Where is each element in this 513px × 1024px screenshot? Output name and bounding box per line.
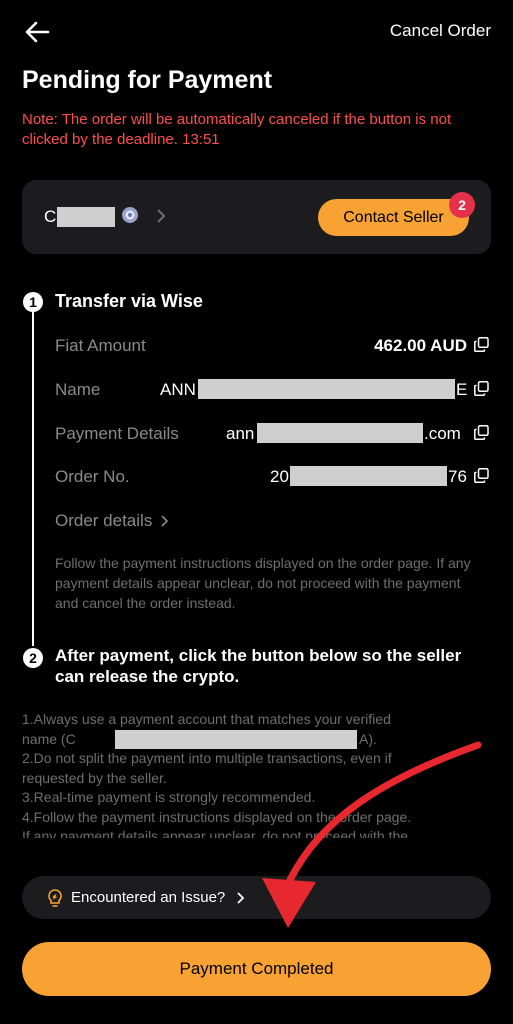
note-line: 2.Do not split the payment into multiple… [22,750,392,766]
verified-badge-icon [121,206,139,224]
order-details-label: Order details [55,511,153,530]
payment-completed-label: Payment Completed [179,959,334,978]
copy-icon[interactable] [474,468,489,483]
note-line: 4.Follow the payment instructions displa… [22,808,412,825]
order-number-label: Order No. [55,467,130,486]
name-value-prefix: ANN [160,380,196,399]
fiat-amount-value: 462.00 AUD [374,336,467,355]
payment-details-prefix: ann [226,424,255,443]
step-2-title: After payment, click the button below so… [55,646,462,686]
payment-instructions: Follow the payment instructions displaye… [55,555,471,611]
lightbulb-icon [48,888,62,907]
copy-icon[interactable] [474,337,489,352]
order-number-suffix: 76 [448,467,467,486]
chevron-right-icon [156,209,166,228]
copy-icon[interactable] [474,381,489,396]
payment-details-suffix: .com [424,424,461,443]
chevron-right-icon [237,891,245,904]
step-2-marker: 2 [23,648,43,668]
cancel-order-button[interactable]: Cancel Order [390,21,491,41]
fiat-amount-label: Fiat Amount [55,336,146,355]
payment-notes: 1.Always use a payment account that matc… [22,710,494,838]
copy-icon[interactable] [474,425,489,440]
unread-badge: 2 [449,192,475,218]
name-label: Name [55,380,101,399]
name-value-suffix: E [456,380,468,399]
payment-completed-button[interactable]: Payment Completed [22,942,491,996]
note-line: requested by the seller. [22,769,167,786]
step-connector-line [32,312,34,646]
page-title: Pending for Payment [22,66,273,94]
redacted-seller-name [57,207,115,227]
note-name-prefix: name (C [22,730,76,747]
encountered-issue-label: Encountered an Issue? [71,889,226,906]
note-line: name (C A). [22,729,494,750]
encountered-issue-button[interactable]: Encountered an Issue? [22,876,491,919]
step-1-title: Transfer via Wise [55,291,203,311]
back-button[interactable] [22,16,54,48]
arrow-left-icon [25,21,50,43]
note-name-suffix: A). [359,730,377,747]
contact-seller-button[interactable]: Contact Seller [318,199,469,236]
redacted-payment-details [257,423,423,443]
note-line: 1.Always use a payment account that matc… [22,711,391,727]
contact-seller-label: Contact Seller [343,208,444,226]
seller-name[interactable]: C [44,207,56,227]
order-number-prefix: 20 [270,467,289,486]
redacted-name [198,379,455,399]
chevron-right-icon [161,515,169,527]
payment-details-label: Payment Details [55,424,179,443]
order-details-link[interactable]: Order details [55,511,171,531]
redacted-order-number [290,466,447,486]
step-1-marker: 1 [23,292,43,312]
note-line: If any payment details appear unclear, d… [22,828,409,838]
note-line: 3.Real-time payment is strongly recommen… [22,789,316,805]
redacted-verified-name [115,729,357,749]
deadline-note: Note: The order will be automatically ca… [22,111,452,148]
